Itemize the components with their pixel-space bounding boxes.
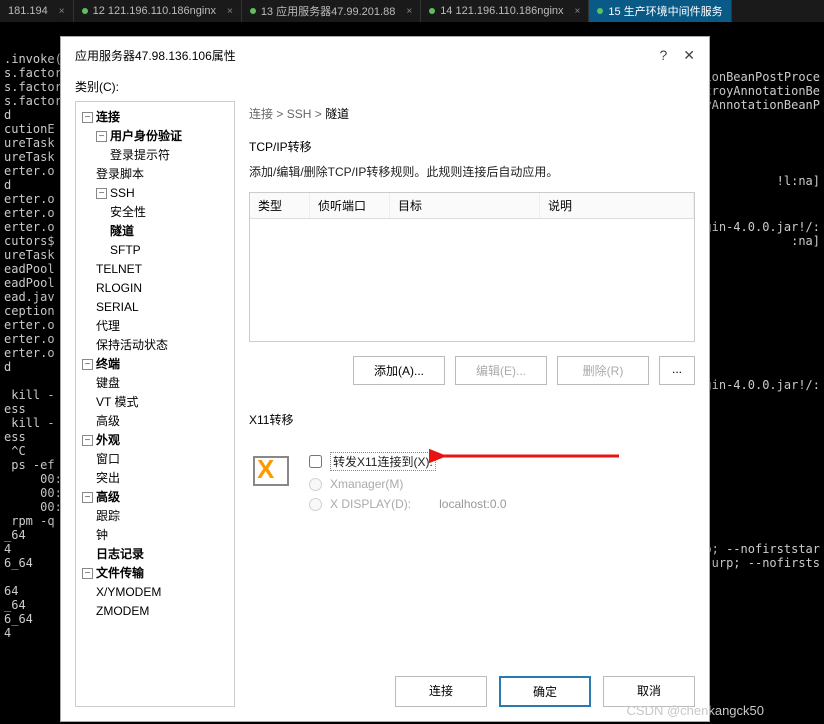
- xmanager-radio: [309, 478, 322, 491]
- delete-button[interactable]: 删除(R): [557, 356, 649, 385]
- collapse-icon[interactable]: −: [96, 188, 107, 199]
- tree-sftp[interactable]: SFTP: [110, 241, 230, 260]
- tree-keepalive[interactable]: 保持活动状态: [96, 336, 230, 355]
- collapse-icon[interactable]: −: [82, 568, 93, 579]
- close-icon[interactable]: ×: [59, 6, 65, 17]
- x11-icon: X: [249, 452, 293, 496]
- tree-rlogin[interactable]: RLOGIN: [96, 279, 230, 298]
- close-icon[interactable]: ×: [406, 6, 412, 17]
- col-target: 目标: [390, 193, 540, 218]
- tree-tunnel[interactable]: 隧道: [110, 222, 230, 241]
- breadcrumb: 连接 > SSH > 隧道: [249, 101, 695, 134]
- dialog-titlebar: 应用服务器47.98.136.106属性 ? ✕: [61, 37, 709, 74]
- tree-bell[interactable]: 钟: [96, 526, 230, 545]
- tab-1[interactable]: 181.194×: [0, 0, 74, 22]
- tree-proxy[interactable]: 代理: [96, 317, 230, 336]
- tab-5[interactable]: 15 生产环境中间件服务: [589, 0, 731, 22]
- tree-window[interactable]: 窗口: [96, 450, 230, 469]
- tree-login-prompt[interactable]: 登录提示符: [110, 146, 230, 165]
- tree-terminal[interactable]: 终端: [96, 357, 120, 371]
- col-desc: 说明: [540, 193, 694, 218]
- status-dot-icon: [82, 8, 88, 14]
- status-dot-icon: [429, 8, 435, 14]
- tree-security[interactable]: 安全性: [110, 203, 230, 222]
- category-label: 类别(C):: [75, 78, 695, 95]
- tree-user-auth[interactable]: 用户身份验证: [110, 129, 182, 143]
- collapse-icon[interactable]: −: [82, 359, 93, 370]
- add-button[interactable]: 添加(A)...: [353, 356, 445, 385]
- close-icon[interactable]: ✕: [683, 47, 695, 64]
- status-dot-icon: [597, 8, 603, 14]
- dialog-title: 应用服务器47.98.136.106属性: [75, 47, 236, 64]
- tree-advanced[interactable]: 高级: [96, 490, 120, 504]
- xmanager-label: Xmanager(M): [330, 477, 403, 491]
- tree-login-script[interactable]: 登录脚本: [96, 165, 230, 184]
- tab-2[interactable]: 12 121.196.110.186nginx×: [74, 0, 242, 22]
- xdisplay-value: localhost:0.0: [439, 497, 506, 511]
- tab-bar: 181.194× 12 121.196.110.186nginx× 13 应用服…: [0, 0, 824, 22]
- collapse-icon[interactable]: −: [82, 435, 93, 446]
- tree-vt[interactable]: VT 模式: [96, 393, 230, 412]
- tree-advanced-term[interactable]: 高级: [96, 412, 230, 431]
- xdisplay-label: X DISPLAY(D):: [330, 497, 411, 511]
- tree-zmodem[interactable]: ZMODEM: [96, 602, 230, 621]
- tree-xymodem[interactable]: X/YMODEM: [96, 583, 230, 602]
- tree-file-transfer[interactable]: 文件传输: [96, 566, 144, 580]
- col-port: 侦听端口: [310, 193, 390, 218]
- properties-dialog: 应用服务器47.98.136.106属性 ? ✕ 类别(C): −连接 −用户身…: [60, 36, 710, 722]
- rules-grid[interactable]: 类型 侦听端口 目标 说明: [249, 192, 695, 342]
- tree-trace[interactable]: 跟踪: [96, 507, 230, 526]
- collapse-icon[interactable]: −: [96, 131, 107, 142]
- category-tree[interactable]: −连接 −用户身份验证 登录提示符 登录脚本 −SSH 安全性 隧道 SFTP: [75, 101, 235, 707]
- tree-log[interactable]: 日志记录: [96, 545, 230, 564]
- status-dot-icon: [250, 8, 256, 14]
- tree-highlight[interactable]: 突出: [96, 469, 230, 488]
- right-pane: 连接 > SSH > 隧道 TCP/IP转移 添加/编辑/删除TCP/IP转移规…: [249, 101, 695, 707]
- connect-button[interactable]: 连接: [395, 676, 487, 707]
- watermark: CSDN @chenkangck50: [627, 703, 764, 718]
- x11-section-label: X11转移: [249, 411, 695, 428]
- tab-3[interactable]: 13 应用服务器47.99.201.88×: [242, 0, 421, 22]
- close-icon[interactable]: ×: [575, 6, 581, 17]
- collapse-icon[interactable]: −: [82, 492, 93, 503]
- x11-forward-checkbox[interactable]: [309, 455, 322, 468]
- tree-keyboard[interactable]: 键盘: [96, 374, 230, 393]
- collapse-icon[interactable]: −: [82, 112, 93, 123]
- grid-header: 类型 侦听端口 目标 说明: [250, 193, 694, 219]
- tcp-section-label: TCP/IP转移: [249, 138, 695, 155]
- xdisplay-radio: [309, 498, 322, 511]
- col-type: 类型: [250, 193, 310, 218]
- close-icon[interactable]: ×: [227, 6, 233, 17]
- tree-appearance[interactable]: 外观: [96, 433, 120, 447]
- tcp-desc: 添加/编辑/删除TCP/IP转移规则。此规则连接后自动应用。: [249, 163, 695, 180]
- ok-button[interactable]: 确定: [499, 676, 591, 707]
- tree-connection[interactable]: 连接: [96, 110, 120, 124]
- tree-ssh[interactable]: SSH: [110, 186, 135, 200]
- tab-4[interactable]: 14 121.196.110.186nginx×: [421, 0, 589, 22]
- edit-button[interactable]: 编辑(E)...: [455, 356, 547, 385]
- tree-serial[interactable]: SERIAL: [96, 298, 230, 317]
- help-icon[interactable]: ?: [659, 47, 667, 64]
- x11-forward-label: 转发X11连接到(X):: [330, 452, 436, 471]
- tree-telnet[interactable]: TELNET: [96, 260, 230, 279]
- more-button[interactable]: ...: [659, 356, 695, 385]
